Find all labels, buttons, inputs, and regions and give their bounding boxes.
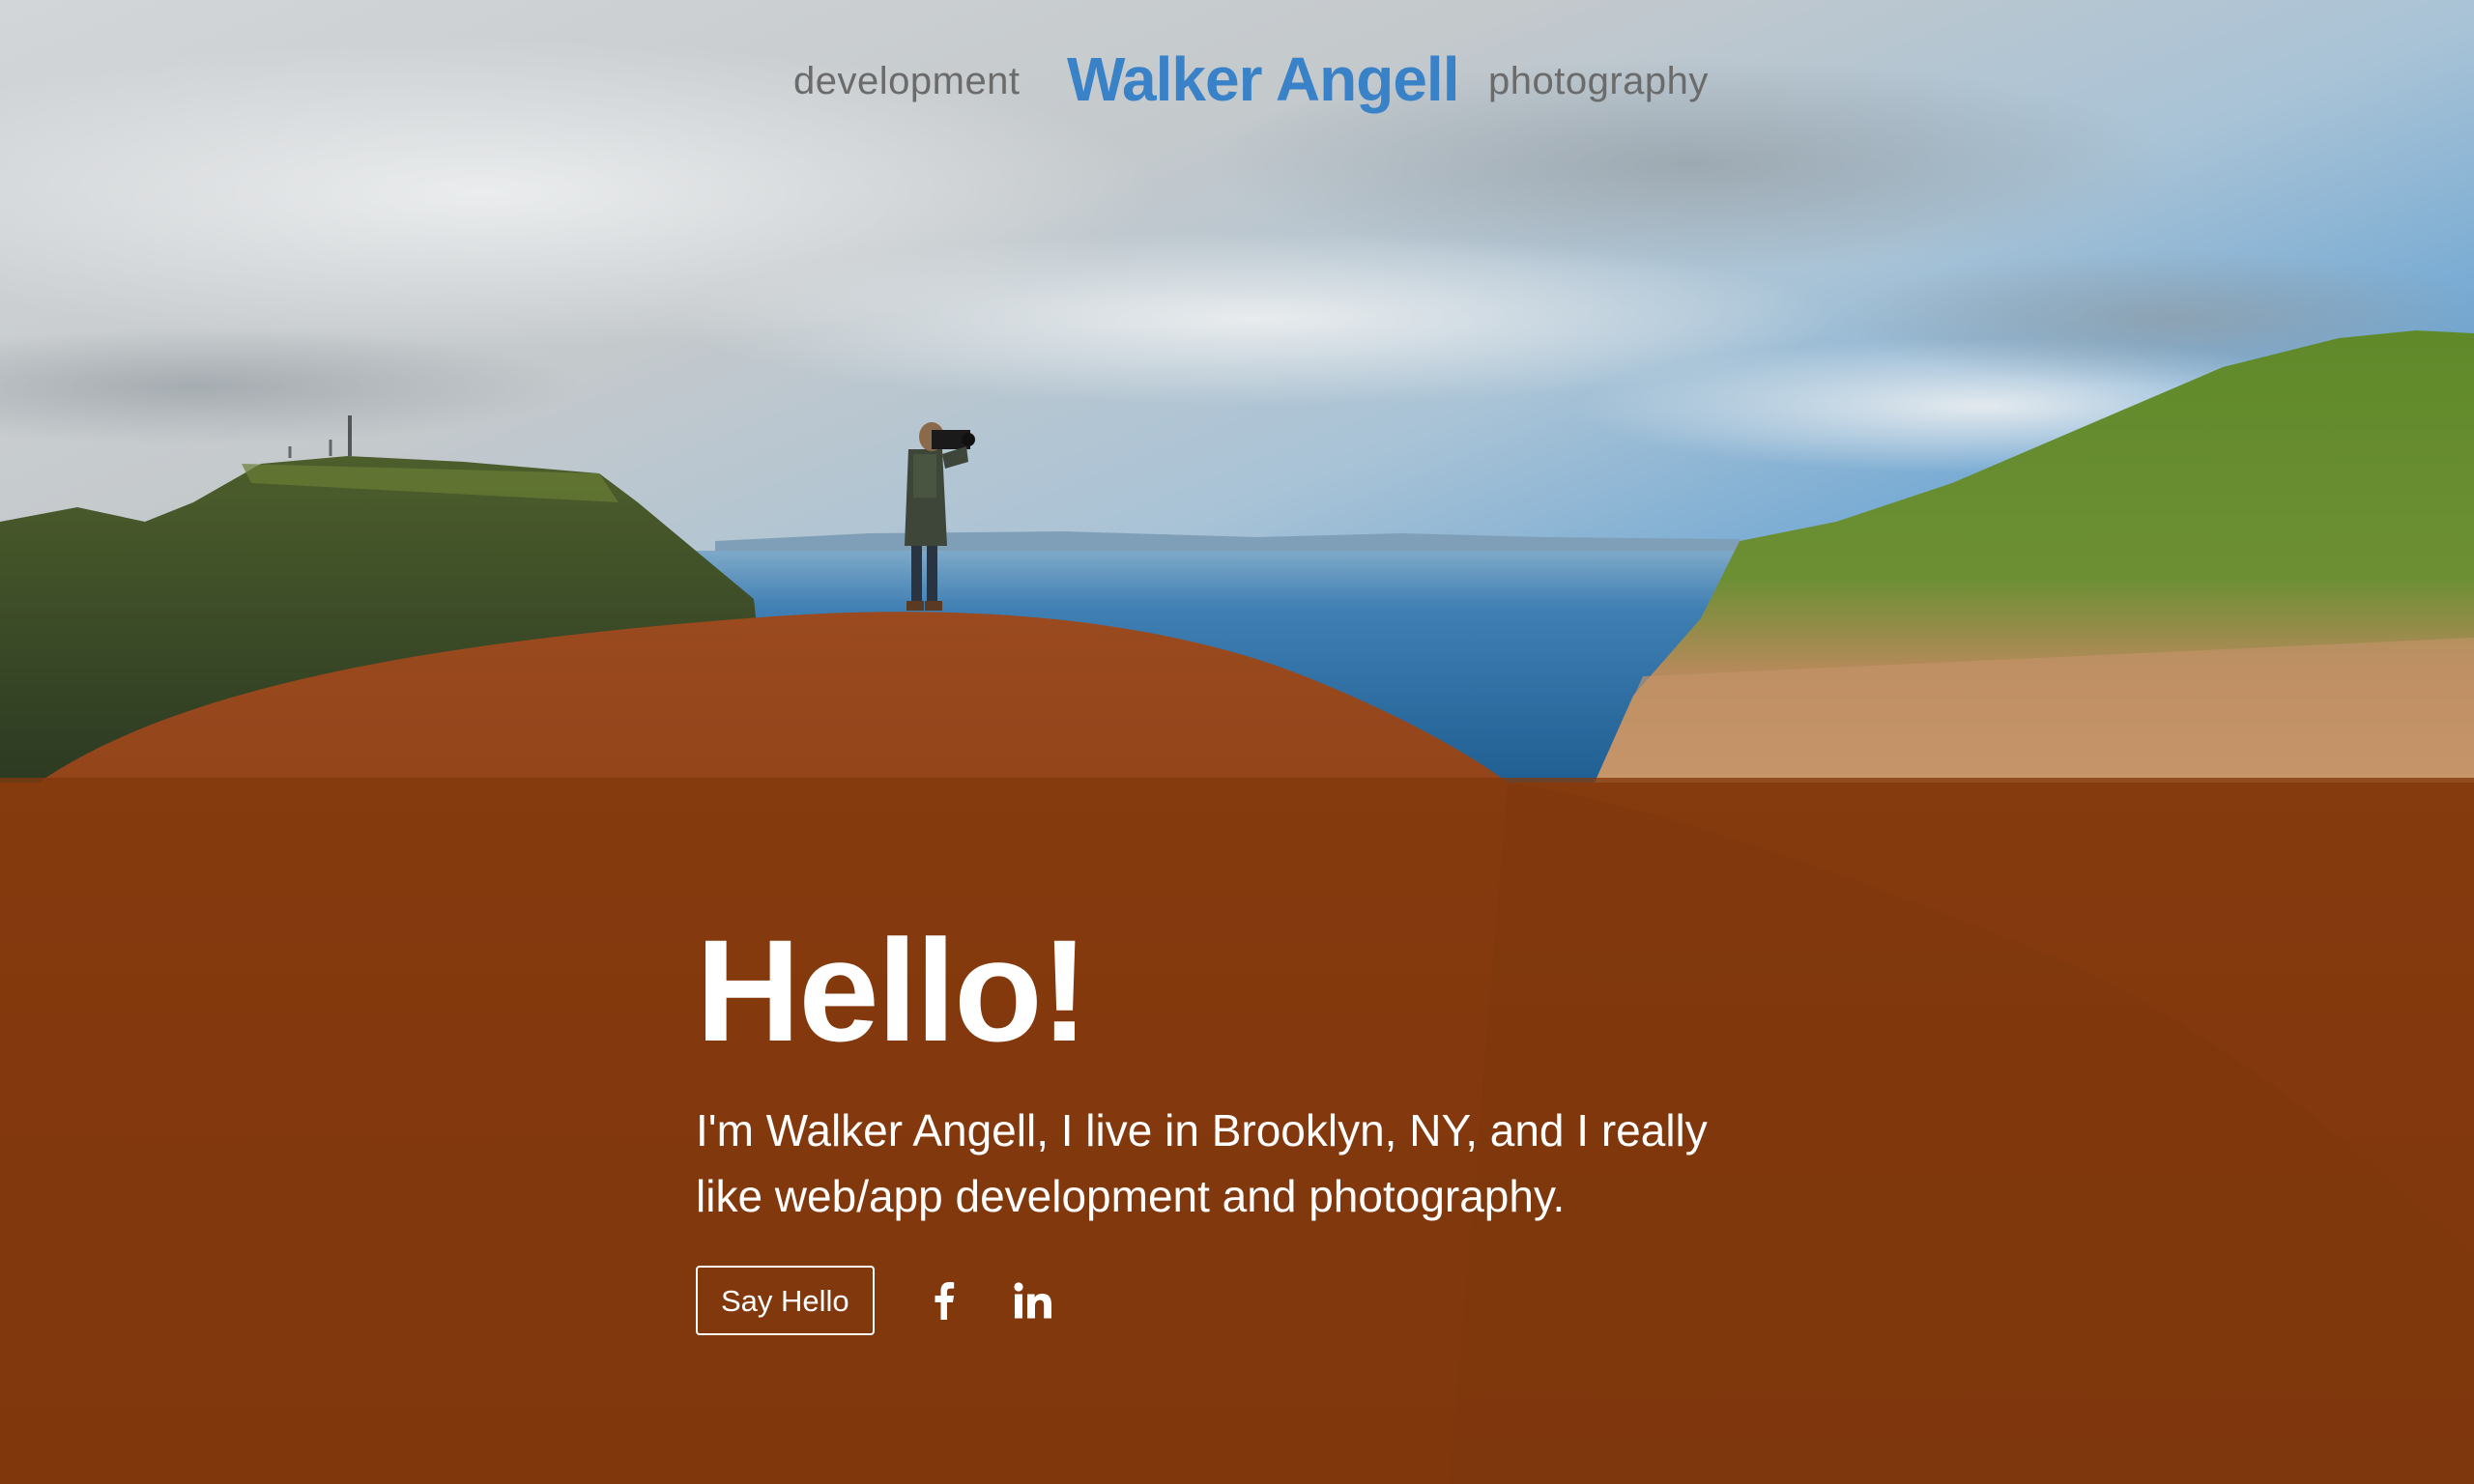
hero-actions: Say Hello (696, 1266, 1778, 1335)
hero-intro: I'm Walker Angell, I live in Brooklyn, N… (696, 1105, 1708, 1221)
main-nav: development Walker Angell photography (0, 39, 2474, 126)
say-hello-button[interactable]: Say Hello (696, 1266, 875, 1335)
nav-link-photography[interactable]: photography (1488, 60, 1709, 103)
linkedin-icon[interactable] (1012, 1279, 1054, 1322)
hero-content: Hello! I'm Walker Angell, I live in Broo… (696, 918, 1778, 1335)
site-logo[interactable]: Walker Angell (1067, 43, 1459, 115)
page: development Walker Angell photography He… (0, 0, 2474, 1484)
hero-heading: Hello! (696, 909, 1089, 1071)
facebook-icon[interactable] (923, 1279, 965, 1322)
nav-link-development[interactable]: development (793, 60, 1021, 103)
